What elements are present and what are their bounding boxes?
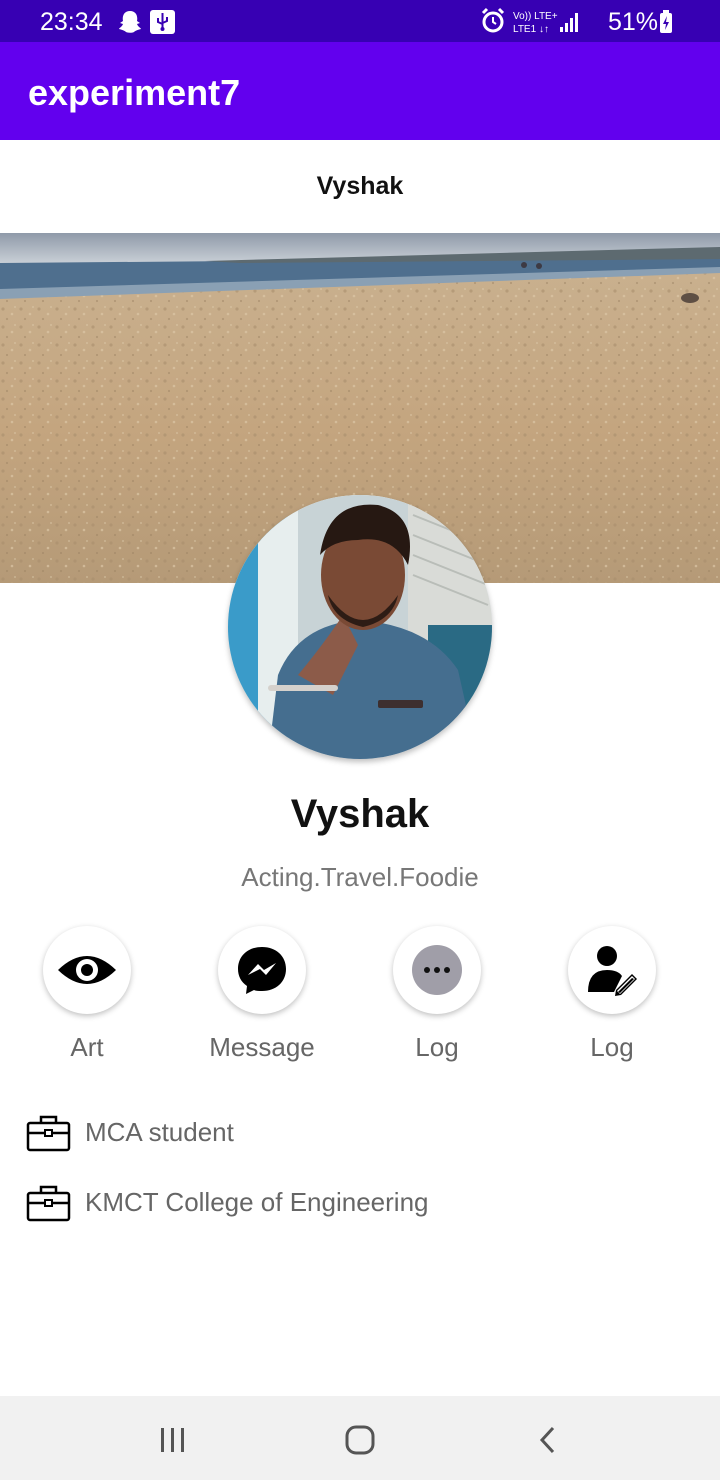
usb-icon bbox=[150, 10, 175, 34]
profile-photo bbox=[228, 495, 492, 759]
app-bar: experiment7 bbox=[0, 42, 720, 140]
action-log-more[interactable]: Log bbox=[347, 926, 527, 1063]
action-label-message: Message bbox=[209, 1032, 315, 1062]
battery-charging-icon bbox=[660, 10, 672, 33]
briefcase-icon bbox=[26, 1185, 71, 1222]
art-button[interactable] bbox=[43, 926, 131, 1014]
info-text-college: KMCT College of Engineering bbox=[85, 1187, 429, 1217]
action-message[interactable]: Message bbox=[172, 926, 352, 1063]
more-button[interactable] bbox=[393, 926, 481, 1014]
info-text-occupation: MCA student bbox=[85, 1117, 234, 1147]
action-art[interactable]: Art bbox=[0, 926, 177, 1063]
back-icon[interactable] bbox=[537, 1425, 559, 1455]
alarm-icon bbox=[481, 7, 505, 33]
action-label-art: Art bbox=[70, 1032, 104, 1062]
battery-percent: 51% bbox=[607, 8, 658, 36]
action-label-log-2: Log bbox=[590, 1032, 634, 1062]
home-icon[interactable] bbox=[345, 1425, 375, 1455]
more-icon bbox=[412, 945, 462, 995]
status-time: 23:34 bbox=[40, 8, 103, 36]
display-name: Vyshak bbox=[290, 792, 430, 836]
signal-icon bbox=[560, 13, 578, 32]
snapchat-icon bbox=[119, 11, 141, 33]
eye-icon bbox=[58, 956, 116, 984]
recents-icon[interactable] bbox=[158, 1426, 188, 1454]
edit-user-icon bbox=[588, 946, 637, 996]
bio-text: Acting.Travel.Foodie bbox=[241, 862, 479, 892]
svg-text:LTE1 ↓↑: LTE1 ↓↑ bbox=[513, 24, 549, 35]
status-notification-icons bbox=[119, 10, 175, 34]
action-label-log-1: Log bbox=[415, 1032, 459, 1062]
app-title: experiment7 bbox=[28, 72, 241, 113]
network-label: Vo)) LTE+ bbox=[513, 11, 558, 22]
avatar[interactable] bbox=[228, 495, 492, 759]
edit-profile-button[interactable] bbox=[568, 926, 656, 1014]
system-nav-bar bbox=[0, 1396, 720, 1480]
profile-header-name: Vyshak bbox=[316, 172, 404, 200]
briefcase-icon bbox=[26, 1115, 71, 1152]
status-bar: 23:34 Vo)) LTE+ LTE1 ↓↑ 51% bbox=[0, 0, 720, 42]
action-log-edit[interactable]: Log bbox=[522, 926, 702, 1063]
message-button[interactable] bbox=[218, 926, 306, 1014]
messenger-icon bbox=[238, 947, 286, 994]
